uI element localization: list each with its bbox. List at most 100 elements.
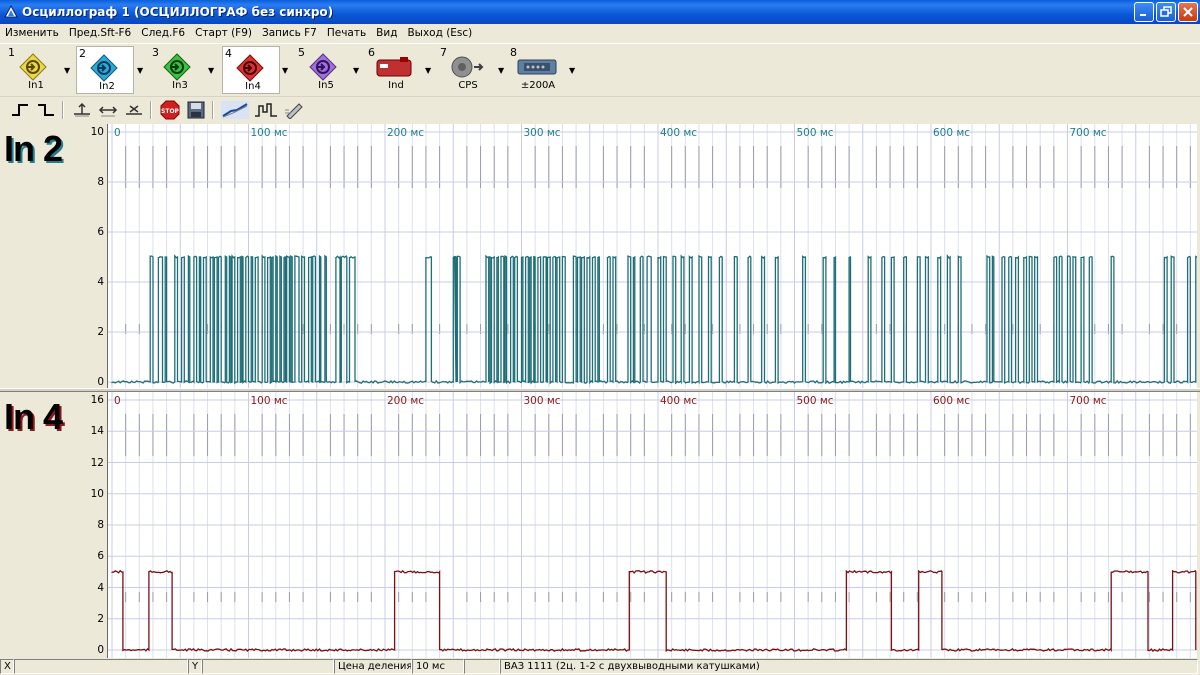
stop-icon: STOP	[160, 100, 180, 119]
time-label: 100 мс	[251, 395, 288, 407]
probe-red-icon	[236, 54, 264, 82]
svg-text:STOP: STOP	[161, 108, 180, 115]
channel-2-dropdown[interactable]: ▼	[137, 66, 143, 75]
minimize-button[interactable]	[1134, 2, 1154, 22]
y-tick-label: 6	[97, 550, 104, 563]
status-x-label: X	[0, 659, 14, 674]
channel-1-dropdown[interactable]: ▼	[64, 66, 70, 75]
channel-panel-in4: In 4 0 100 мс 200 мс 300 мс 400 мс 500 мс 600 …	[0, 392, 1200, 658]
waveform-plot-in4[interactable]: 0 100 мс 200 мс 300 мс 400 мс 500 мс 600 мс 700…	[107, 392, 1197, 658]
menu-record[interactable]: Запись F7	[257, 27, 322, 39]
y-tick-label: 6	[97, 226, 104, 238]
time-label: 500 мс	[797, 395, 834, 407]
division-value: 10 мс	[412, 659, 464, 674]
channel-number: 2	[79, 47, 86, 60]
zoom-in-vertical-button[interactable]	[70, 99, 94, 121]
status-y-label: Y	[188, 659, 202, 674]
rising-edge-button[interactable]	[8, 99, 32, 121]
digital-button[interactable]	[252, 99, 280, 121]
smooth-button[interactable]	[220, 99, 250, 121]
status-x-value	[14, 659, 188, 674]
time-label: 600 мс	[933, 395, 970, 407]
menu-edit[interactable]: Изменить	[0, 27, 64, 39]
panel-title: In 2	[4, 128, 63, 169]
falling-edge-button[interactable]	[34, 99, 58, 121]
probe-green-icon	[163, 53, 191, 81]
channel-8-button[interactable]: 8 ±200A	[508, 46, 566, 94]
cps-sensor-icon	[451, 56, 484, 78]
probe-purple-icon	[309, 53, 337, 81]
channel-label: In3	[172, 80, 188, 91]
restore-button[interactable]	[1156, 2, 1176, 22]
channel-panel-in2: In 2 0 100 мс 200 мс 300 мс 400 мс 500 мс 600 …	[0, 124, 1200, 388]
restore-icon	[1160, 6, 1172, 17]
pen-button[interactable]	[282, 99, 306, 121]
zoom-in-vertical-icon	[74, 102, 90, 116]
channel-4-button[interactable]: 4 In4	[222, 46, 280, 94]
menu-exit[interactable]: Выход (Esc)	[402, 27, 477, 39]
channel-5-button[interactable]: 5 In5	[296, 46, 354, 94]
engine-type: ВАЗ 1111 (2ц. 1-2 с двухвыводными катушк…	[500, 659, 1198, 674]
channel-2-button[interactable]: 2 In2	[76, 46, 134, 94]
channel-6-button[interactable]: 6 Ind	[366, 46, 424, 94]
menu-print[interactable]: Печать	[322, 27, 371, 39]
time-label: 200 мс	[387, 127, 424, 139]
y-tick-label: 4	[97, 581, 104, 594]
y-tick-label: 12	[90, 456, 104, 469]
tools-toolbar: STOP	[0, 96, 1200, 122]
channel-label: ±200A	[520, 80, 556, 91]
division-label: Цена деления	[334, 659, 412, 674]
y-tick-label: 2	[97, 612, 104, 625]
channel-1-button[interactable]: 1 In1	[6, 46, 64, 94]
time-label: 700 мс	[1070, 395, 1107, 407]
status-bar: X Y Цена деления 10 мс ВАЗ 1111 (2ц. 1-2…	[0, 659, 1200, 675]
channel-7-dropdown[interactable]: ▼	[498, 66, 504, 75]
y-tick-label: 0	[97, 644, 104, 656]
zoom-out-vertical-button[interactable]	[96, 99, 120, 121]
time-label: 400 мс	[660, 395, 697, 407]
time-label: 300 мс	[524, 127, 561, 139]
time-label: 700 мс	[1070, 127, 1107, 139]
menu-prev[interactable]: Пред.Sft-F6	[64, 27, 136, 39]
toolbar-separator	[212, 100, 214, 119]
channel-6-dropdown[interactable]: ▼	[425, 66, 431, 75]
y-tick-label: 8	[97, 176, 104, 188]
y-tick-label: 10	[90, 487, 104, 500]
time-label: 300 мс	[524, 395, 561, 407]
channel-7-button[interactable]: 7 CPS	[438, 46, 496, 94]
channel-label: In1	[28, 80, 44, 91]
channel-4-dropdown[interactable]: ▼	[282, 66, 288, 75]
waveform-plot-in2[interactable]: 0 100 мс 200 мс 300 мс 400 мс 500 мс 600 мс 700…	[107, 124, 1197, 388]
toolbar-separator	[62, 100, 64, 119]
menu-bar: Изменить Пред.Sft-F6 След.F6 Старт (F9) …	[0, 24, 1200, 42]
time-label: 400 мс	[660, 127, 697, 139]
pen-icon	[285, 102, 303, 119]
channel-5-dropdown[interactable]: ▼	[353, 66, 359, 75]
menu-start[interactable]: Старт (F9)	[190, 27, 257, 39]
time-label: 0	[114, 395, 121, 407]
channel-label: Ind	[388, 80, 404, 91]
channel-label: In4	[245, 81, 261, 92]
channel-number: 1	[8, 46, 15, 59]
channel-3-button[interactable]: 3 In3	[150, 46, 208, 94]
falling-edge-icon	[38, 103, 54, 116]
menu-view[interactable]: Вид	[371, 27, 402, 39]
inductive-clamp-icon	[376, 57, 412, 77]
channel-3-dropdown[interactable]: ▼	[208, 66, 214, 75]
channel-8-dropdown[interactable]: ▼	[569, 66, 575, 75]
app-icon	[4, 5, 18, 18]
title-bar: Осциллограф 1 (ОСЦИЛЛОГРАФ без синхро)	[0, 0, 1200, 24]
channel-number: 5	[298, 46, 305, 59]
minimize-icon	[1140, 14, 1146, 16]
time-label: 600 мс	[933, 127, 970, 139]
panel-title: In 4	[4, 396, 63, 437]
close-button[interactable]	[1178, 2, 1198, 22]
save-button[interactable]	[184, 99, 208, 121]
stop-button[interactable]: STOP	[158, 99, 182, 121]
time-label: 200 мс	[387, 395, 424, 407]
menu-next[interactable]: След.F6	[136, 27, 190, 39]
probe-cyan-icon	[90, 54, 118, 82]
waveform-line	[111, 569, 1197, 653]
auto-scale-button[interactable]	[122, 99, 146, 121]
window-title: Осциллограф 1 (ОСЦИЛЛОГРАФ без синхро)	[22, 5, 334, 19]
